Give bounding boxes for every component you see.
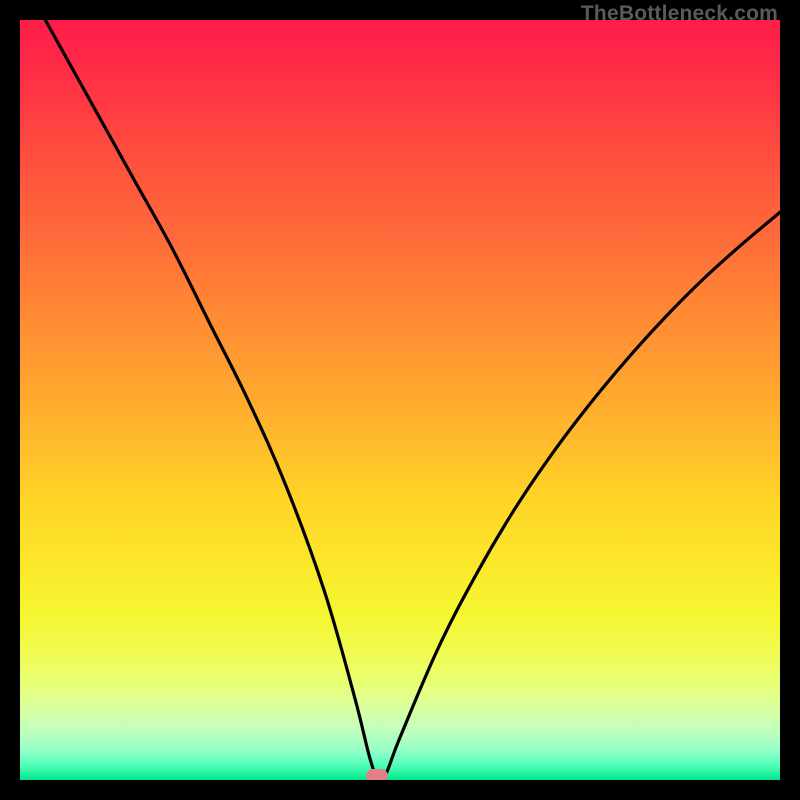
plot-area — [20, 20, 780, 780]
bottleneck-curve — [20, 20, 780, 780]
curve-svg — [20, 20, 780, 780]
chart-frame: TheBottleneck.com — [0, 0, 800, 800]
watermark-text: TheBottleneck.com — [581, 2, 778, 26]
optimal-marker — [366, 769, 388, 780]
